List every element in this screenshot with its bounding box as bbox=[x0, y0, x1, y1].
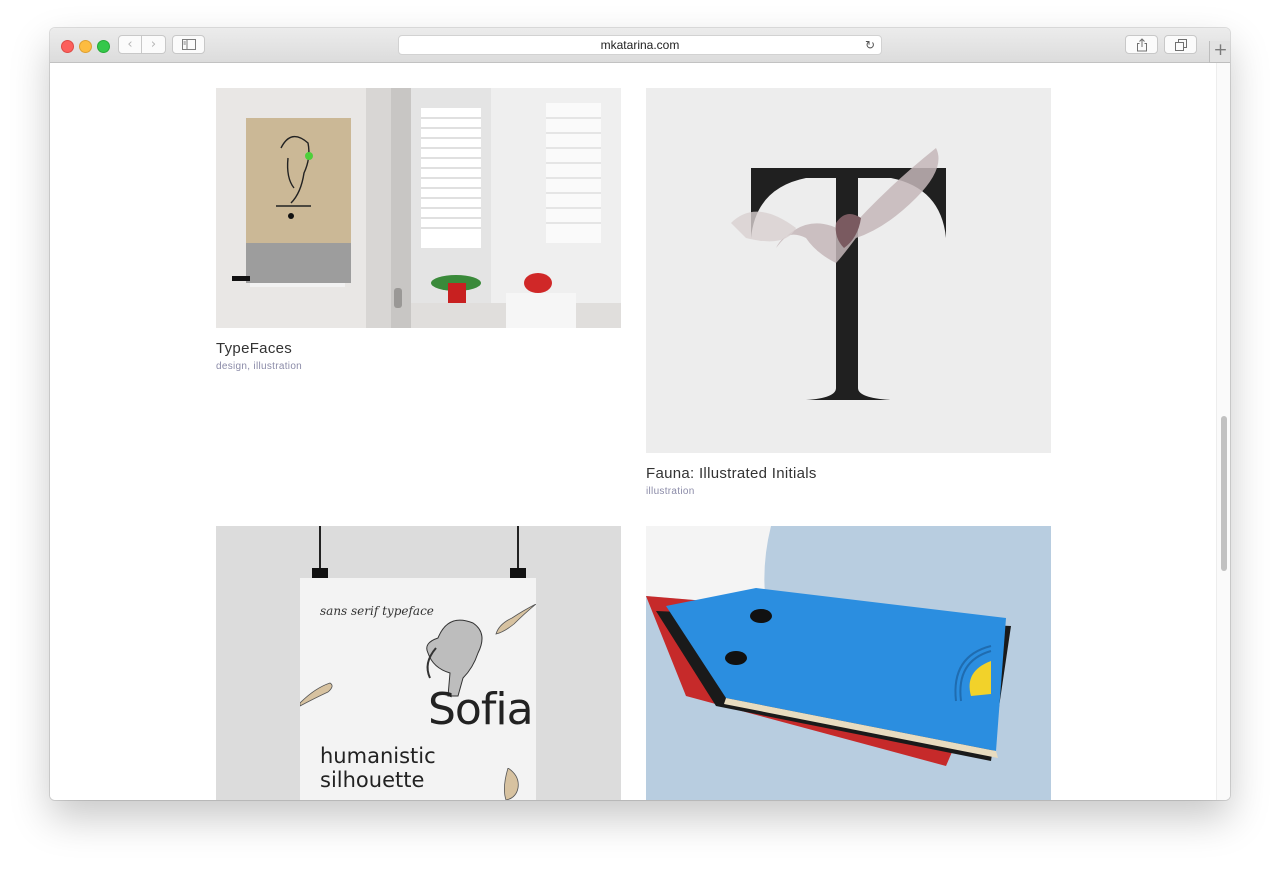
project-card-fauna[interactable]: Fauna: Illustrated Initials illustration bbox=[646, 88, 1051, 508]
project-title[interactable]: Fauna: Illustrated Initials bbox=[646, 465, 817, 482]
sidebar-icon bbox=[181, 39, 196, 50]
plus-icon: + bbox=[1213, 40, 1228, 60]
back-button[interactable]: ‹ bbox=[118, 35, 142, 54]
share-button[interactable] bbox=[1125, 35, 1158, 54]
project-image-sofia[interactable]: sans serif typeface Sofia humanistic sil… bbox=[216, 526, 621, 800]
project-title[interactable]: TypeFaces bbox=[216, 340, 292, 357]
sidebar-toggle-button[interactable] bbox=[172, 35, 205, 54]
chevron-left-icon: ‹ bbox=[127, 37, 133, 52]
poster: sans serif typeface Sofia humanistic sil… bbox=[300, 578, 536, 800]
poster-name: Sofia bbox=[428, 684, 534, 735]
reload-icon[interactable]: ↻ bbox=[865, 36, 875, 54]
forward-button[interactable]: › bbox=[142, 35, 166, 54]
hanger-wire bbox=[517, 526, 519, 568]
hanger-wire bbox=[319, 526, 321, 568]
scrollbar-thumb[interactable] bbox=[1221, 416, 1227, 571]
share-icon bbox=[1136, 37, 1147, 51]
url-text: mkatarina.com bbox=[600, 38, 680, 52]
project-tags[interactable]: illustration bbox=[646, 486, 695, 497]
close-window-button[interactable] bbox=[61, 40, 74, 53]
hand-illustration bbox=[495, 604, 536, 635]
address-bar[interactable]: mkatarina.com ↻ bbox=[398, 35, 882, 55]
project-card-sofia[interactable]: sans serif typeface Sofia humanistic sil… bbox=[216, 526, 621, 800]
browser-toolbar: ‹ › mkatarina.com ↻ bbox=[50, 28, 1230, 63]
hand-illustration bbox=[504, 768, 519, 800]
hand-illustration bbox=[300, 682, 333, 707]
poster-kicker: sans serif typeface bbox=[320, 604, 434, 618]
project-image-typefaces[interactable] bbox=[216, 88, 621, 328]
project-image-fauna[interactable] bbox=[646, 88, 1051, 453]
tabs-icon bbox=[1174, 38, 1187, 51]
new-tab-button[interactable]: + bbox=[1209, 41, 1230, 63]
browser-window: ‹ › mkatarina.com ↻ + TypeFaces design, … bbox=[50, 28, 1230, 800]
show-tabs-button[interactable] bbox=[1164, 35, 1197, 54]
page-content: TypeFaces design, illustration Fauna: Il… bbox=[50, 63, 1230, 800]
project-tags[interactable]: design, illustration bbox=[216, 361, 302, 372]
minimize-window-button[interactable] bbox=[79, 40, 92, 53]
project-card-notebook[interactable] bbox=[646, 526, 1051, 800]
project-image-notebook[interactable] bbox=[646, 526, 1051, 800]
project-card-typefaces[interactable]: TypeFaces design, illustration bbox=[216, 88, 621, 378]
zoom-window-button[interactable] bbox=[97, 40, 110, 53]
scrollbar[interactable] bbox=[1216, 63, 1230, 800]
chevron-right-icon: › bbox=[150, 37, 157, 52]
